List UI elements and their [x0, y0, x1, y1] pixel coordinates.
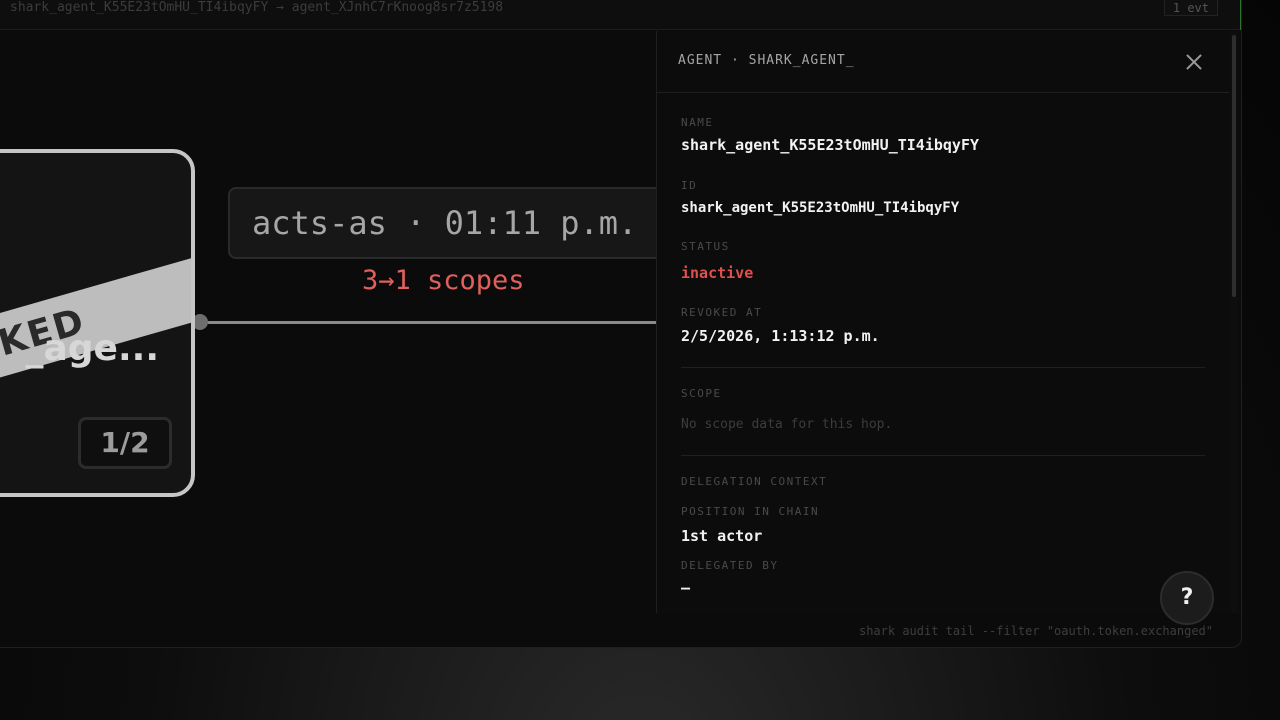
help-button[interactable]: ? [1160, 571, 1214, 625]
status-badge: inactive [681, 264, 754, 282]
name-label: NAME [681, 116, 714, 129]
position-value: 1st actor [681, 527, 763, 545]
panel-header: AGENT · SHARK_AGENT_ [657, 31, 1229, 93]
delegated-by-label: DELEGATED BY [681, 559, 779, 572]
scrollbar-thumb[interactable] [1232, 35, 1236, 297]
id-label: ID [681, 179, 698, 192]
divider [681, 367, 1205, 368]
video-frame: shark_agent_K55E23tOmHU_TI4ibqyFY → agen… [0, 0, 1280, 720]
command-hint: shark audit tail --filter "oauth.token.e… [858, 624, 1213, 638]
revoked-ribbon: OKED [0, 252, 191, 396]
scope-value: No scope data for this hop. [681, 417, 893, 432]
panel-scrollbar[interactable] [1231, 31, 1237, 613]
position-label: POSITION IN CHAIN [681, 505, 820, 518]
graph-canvas[interactable]: OKED _age... 1/2 acts-as · 01:11 p.m. 3→… [0, 31, 656, 613]
delegated-by-value: — [681, 579, 691, 597]
revoked-at-value: 2/5/2026, 1:13:12 p.m. [681, 327, 880, 345]
panel-title: AGENT · SHARK_AGENT_ [678, 53, 855, 68]
node-counter: 1/2 [78, 417, 172, 469]
accent-bar [1240, 0, 1241, 30]
agent-node[interactable]: OKED _age... 1/2 [0, 149, 195, 497]
chain-path: shark_agent_K55E23tOmHU_TI4ibqyFY → agen… [10, 0, 504, 15]
agent-detail-panel: AGENT · SHARK_AGENT_ NAME shark_agent_K5… [656, 31, 1241, 613]
close-icon[interactable] [1183, 51, 1205, 73]
event-count-badge[interactable]: 1 evt [1163, 0, 1218, 16]
edge-scopes: 3→1 scopes [362, 265, 525, 296]
agent-node-name: _age... [25, 328, 159, 369]
id-value: shark_agent_K55E23tOmHU_TI4ibqyFY [681, 200, 960, 216]
revoked-at-label: REVOKED AT [681, 306, 763, 319]
app-window: shark_agent_K55E23tOmHU_TI4ibqyFY → agen… [0, 0, 1242, 648]
top-bar: shark_agent_K55E23tOmHU_TI4ibqyFY → agen… [0, 0, 1241, 30]
edge-label[interactable]: acts-as · 01:11 p.m. [228, 187, 656, 259]
edge-line[interactable] [195, 321, 656, 324]
delegation-context-label: DELEGATION CONTEXT [681, 475, 828, 488]
name-value: shark_agent_K55E23tOmHU_TI4ibqyFY [681, 136, 980, 154]
divider [681, 455, 1205, 456]
scope-label: SCOPE [681, 387, 722, 400]
status-label: STATUS [681, 240, 730, 253]
